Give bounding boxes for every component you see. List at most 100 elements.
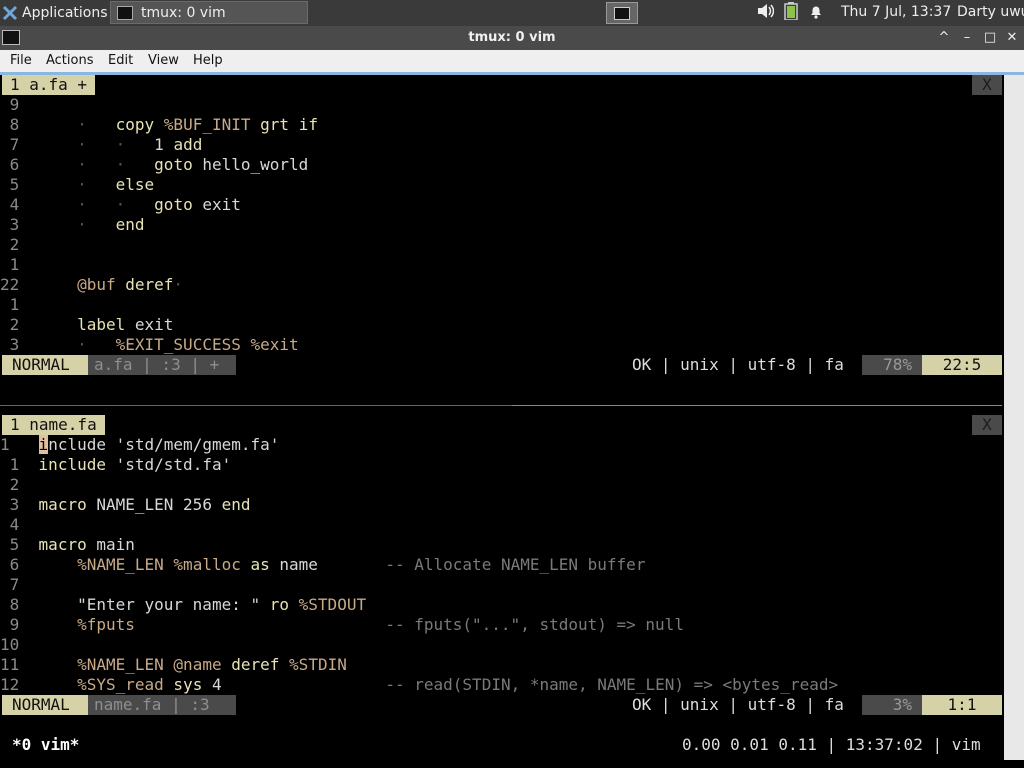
code-text: · · goto exit [77,195,241,214]
code-line[interactable]: 10 [0,635,39,655]
line-number: 1 [0,295,29,314]
file-format-info: OK | unix | utf-8 | fa [632,355,844,374]
scroll-percent: 78% [862,355,922,375]
code-text: · · 1 add [77,135,203,154]
line-number: 12 [0,675,29,694]
line-number: 8 [0,595,29,614]
user-menu[interactable]: Darty uwu [957,4,1024,20]
code-line[interactable]: 1 include 'std/std.fa' [0,455,232,475]
code-text: %SYS_read sys 4 -- read(STDIN, *name, NA… [77,675,839,694]
system-tray [756,0,834,26]
code-line[interactable]: 7 · · 1 add [0,135,203,155]
code-line[interactable]: 11 %NAME_LEN @name deref %STDIN [0,655,347,675]
code-line[interactable]: 1 include 'std/mem/gmem.fa' [0,435,279,455]
code-text: %NAME_LEN @name deref %STDIN [77,655,347,674]
tab-name-fa[interactable]: 1 name.fa [2,415,105,435]
clock[interactable]: Thu 7 Jul, 13:37 [841,4,951,20]
cursor-position: 1:1 [922,695,1002,715]
code-line[interactable]: 4 [0,515,39,535]
code-line[interactable]: 4 · · goto exit [0,195,241,215]
tmux-window-label[interactable]: *0 vim* [12,730,79,760]
applications-label: Applications [22,5,108,21]
line-number: 1 [0,455,29,474]
code-line[interactable]: 12 %SYS_read sys 4 -- read(STDIN, *name,… [0,675,838,695]
code-line[interactable]: 22 @buf deref· [0,275,183,295]
line-number: 7 [0,135,29,154]
code-line[interactable]: 2 label exit [0,315,174,335]
taskbar-window-button[interactable]: tmux: 0 vim [110,1,308,24]
code-line[interactable]: 5 · else [0,175,155,195]
line-number: 1 [0,435,29,454]
bottom-tabline: 1 name.fa X [0,415,1002,435]
code-line[interactable]: 9 [0,95,39,115]
notification-bell-icon[interactable] [808,3,824,23]
text-cursor: i [38,435,49,454]
tab-close-button[interactable]: X [972,75,1002,95]
code-text: "Enter your name: " ro %STDOUT [77,595,367,614]
mode-indicator: NORMAL [2,355,88,375]
code-line[interactable]: 7 [0,575,39,595]
code-text: · copy %BUF_INIT grt if [77,115,318,134]
menu-help[interactable]: Help [193,53,223,68]
code-line[interactable]: 3 macro NAME_LEN 256 end [0,495,251,515]
menu-actions[interactable]: Actions [46,53,94,68]
code-text: · · goto hello_world [77,155,309,174]
code-text: %NAME_LEN %malloc as name -- Allocate NA… [77,555,646,574]
code-line[interactable]: 8 "Enter your name: " ro %STDOUT [0,595,366,615]
tab-a-fa[interactable]: 1 a.fa + [2,75,96,95]
applications-menu-button[interactable]: Applications [0,0,108,26]
shade-button[interactable]: ^ [934,28,954,48]
tab-close-button[interactable]: X [972,415,1002,435]
code-line[interactable]: 6 %NAME_LEN %malloc as name -- Allocate … [0,555,646,575]
code-text: @buf deref· [77,275,184,294]
tmux-status-right: 0.00 0.01 0.11 | 13:37:02 | vim [682,735,981,754]
line-number: 5 [0,175,29,194]
volume-icon[interactable] [756,3,775,23]
code-line[interactable]: 1 [0,255,39,275]
line-number: 2 [0,475,29,494]
code-text: include 'std/mem/gmem.fa' [38,435,280,454]
file-info: name.fa | :3 [88,695,236,715]
line-number: 6 [0,155,29,174]
code-text: macro main [38,535,135,554]
line-number: 2 [0,235,29,254]
line-number: 9 [0,95,29,114]
code-line[interactable]: 6 · · goto hello_world [0,155,309,175]
taskbar-window-label: tmux: 0 vim [141,4,226,21]
code-line[interactable]: 9 %fputs -- fputs("...", stdout) => null [0,615,684,635]
terminal-icon [614,6,630,20]
bottom-statusline: NORMAL name.fa | :3 OK | unix | utf-8 | … [2,695,1002,715]
code-line[interactable]: 8 · copy %BUF_INIT grt if [0,115,318,135]
line-number: 4 [0,195,29,214]
terminal-icon [117,5,133,20]
menu-edit[interactable]: Edit [108,53,133,68]
window-titlebar[interactable]: tmux: 0 vim ^ – □ ✕ [0,26,1024,50]
minimize-button[interactable]: – [957,28,977,48]
maximize-button[interactable]: □ [980,28,1000,48]
line-number: 2 [0,315,29,334]
menu-view[interactable]: View [148,53,179,68]
pane-divider-active [512,405,1002,406]
code-line[interactable]: 3 · end [0,215,145,235]
code-line[interactable]: 2 [0,475,39,495]
cursor-position: 22:5 [922,355,1002,375]
line-number: 9 [0,615,29,634]
menu-file[interactable]: File [10,53,32,68]
code-line[interactable]: 3 · %EXIT_SUCCESS %exit [0,335,299,355]
terminal-scrollbar[interactable] [1004,75,1024,760]
line-number: 1 [0,255,29,274]
line-number: 6 [0,555,29,574]
close-button[interactable]: ✕ [1002,28,1022,48]
code-line[interactable]: 2 [0,235,39,255]
battery-icon[interactable] [784,2,798,24]
code-text: %fputs -- fputs("...", stdout) => null [77,615,684,634]
terminal-area[interactable]: 1 a.fa + X 9 8 · copy %BUF_INIT grt if 7… [0,75,1024,768]
code-line[interactable]: 1 [0,295,39,315]
code-line[interactable]: 5 macro main [0,535,135,555]
workspace-switcher[interactable] [606,2,638,24]
